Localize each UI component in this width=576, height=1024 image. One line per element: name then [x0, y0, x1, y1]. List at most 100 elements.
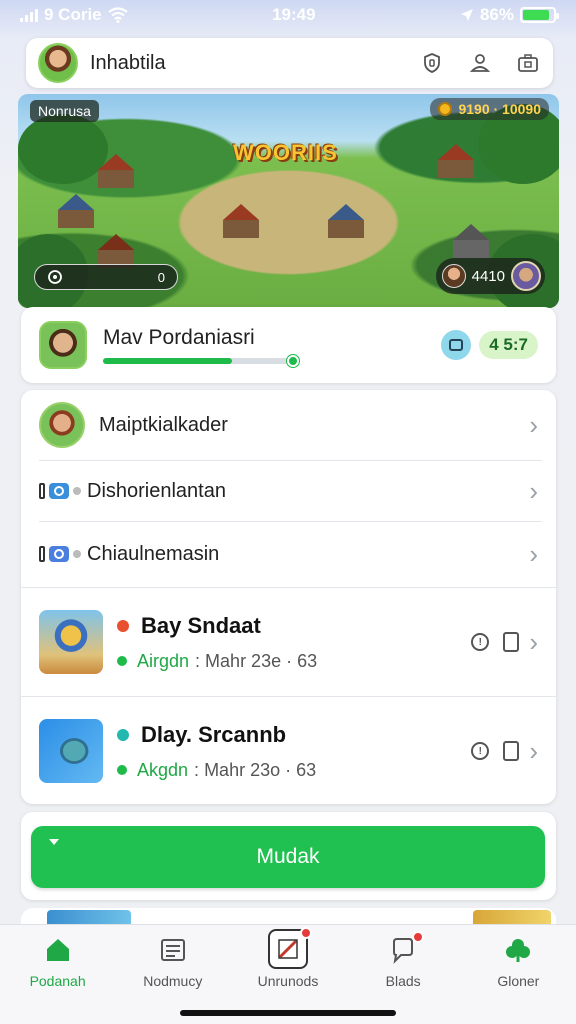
- banner-hut: [98, 234, 134, 268]
- game-actions: !: [471, 632, 520, 652]
- banner-hut: [98, 154, 134, 188]
- tab-label: Gloner: [497, 973, 540, 989]
- chevron-right-icon: ›: [529, 410, 538, 440]
- banner-score-value: 4410: [471, 267, 505, 285]
- game-status-dot: [117, 619, 129, 632]
- tab-home[interactable]: Podanah: [4, 935, 112, 1024]
- online-dot: [117, 656, 127, 666]
- app-header: Inhabtila: [26, 38, 553, 88]
- info-icon[interactable]: !: [471, 742, 490, 760]
- menu-list: Maiptkialkader › Dishorienlantan › Chiau…: [21, 390, 556, 804]
- bottom-tab-bar: Podanah Nodmucy Unrunods Blads Gloner: [0, 924, 576, 1024]
- camera-icon[interactable]: [515, 50, 541, 76]
- game-count: 63: [297, 650, 318, 671]
- character-avatar: [39, 402, 85, 448]
- menu-item-label: Dishorienlantan: [87, 479, 226, 502]
- game-count: 63: [296, 759, 317, 780]
- coin-icon: [438, 102, 453, 116]
- game-thumbnail: [39, 719, 103, 783]
- coin-value: 9190 · 10090: [458, 101, 541, 117]
- wifi-icon: [107, 7, 128, 23]
- tab-label: Podanah: [29, 973, 86, 989]
- game-status-dot: [117, 728, 129, 741]
- game-status: Airgdn: [137, 650, 190, 671]
- header-title: Inhabtila: [90, 51, 166, 74]
- tab-label: Nodmucy: [143, 973, 203, 989]
- profile-body: Mav Pordaniasri: [103, 326, 441, 367]
- banner-hut: [58, 194, 94, 228]
- game-subtitle: Airgdn : Mahr 23e · 63: [117, 651, 471, 672]
- home-icon: [43, 935, 73, 965]
- coin-counter[interactable]: 9190 · 10090: [430, 98, 549, 120]
- profile-card[interactable]: Mav Pordaniasri 4 5:7: [21, 307, 556, 383]
- game-logo: WOORIIS: [233, 140, 338, 165]
- location-icon: [460, 9, 473, 21]
- tab-label: Unrunods: [257, 973, 319, 989]
- clover-icon: [503, 935, 533, 965]
- banner-hut: [438, 144, 474, 178]
- status-bar: 9 Corie 19:49 86%: [0, 0, 576, 30]
- edit-icon: [267, 927, 312, 969]
- status-time: 19:49: [272, 5, 316, 24]
- separator: :: [195, 650, 206, 671]
- signal-icon: [20, 8, 38, 22]
- game-title: Bay Sndaat: [117, 613, 471, 639]
- status-right: 86%: [460, 5, 559, 25]
- chevron-right-icon: ›: [529, 627, 538, 657]
- badge-icon[interactable]: [441, 330, 472, 360]
- battery-icon: [520, 7, 559, 23]
- separator: ·: [280, 759, 297, 780]
- user-icon[interactable]: [467, 50, 493, 76]
- separator: :: [194, 759, 205, 780]
- chevron-right-icon: ›: [529, 736, 538, 766]
- opponent-avatar: [511, 261, 541, 291]
- chevron-right-icon: ›: [529, 476, 538, 506]
- notification-badge: [299, 927, 312, 939]
- menu-item[interactable]: Maiptkialkader ›: [21, 390, 556, 460]
- game-row[interactable]: Bay Sndaat Airgdn : Mahr 23e · 63 ! ›: [21, 588, 556, 696]
- xp-progress-bar: [103, 355, 299, 367]
- profile-name: Mav Pordaniasri: [103, 326, 255, 349]
- game-meta: Mahr 23o: [204, 759, 281, 780]
- banner-pill-value: 0: [157, 269, 165, 285]
- document-icon[interactable]: [503, 741, 520, 761]
- game-actions: !: [471, 741, 520, 761]
- game-body: Bay Sndaat Airgdn : Mahr 23e · 63: [117, 613, 471, 672]
- tab-store[interactable]: Gloner: [464, 935, 572, 1024]
- profile-avatar: [39, 321, 87, 369]
- notification-badge: [412, 931, 425, 943]
- cta-card: Mudak: [21, 812, 556, 900]
- banner-tree: [18, 114, 108, 184]
- menu-item[interactable]: Chiaulnemasin ›: [21, 522, 556, 586]
- shield-icon[interactable]: [419, 50, 445, 76]
- banner-score[interactable]: 4410: [435, 258, 545, 294]
- eye-icon: [48, 270, 62, 284]
- list-icon: [158, 935, 188, 965]
- player-avatar: [441, 264, 466, 288]
- caret-down-icon: [49, 839, 59, 845]
- online-dot: [117, 765, 127, 775]
- game-row[interactable]: Dlay. Srcannb Akgdn : Mahr 23o · 63 ! ›: [21, 697, 556, 804]
- link-icon: [39, 483, 87, 499]
- info-icon[interactable]: !: [471, 633, 490, 651]
- game-status: Akgdn: [137, 759, 189, 780]
- menu-item[interactable]: Dishorienlantan ›: [21, 461, 556, 521]
- game-meta: Mahr 23e: [205, 650, 282, 671]
- header-avatar[interactable]: [38, 43, 78, 83]
- banner-hut: [223, 204, 259, 238]
- carrier-label: 9 Corie: [44, 5, 102, 24]
- tab-label: Blads: [385, 973, 421, 989]
- primary-action-button[interactable]: Mudak: [31, 826, 545, 888]
- separator: ·: [281, 650, 298, 671]
- document-icon[interactable]: [503, 632, 520, 652]
- home-indicator: [180, 1010, 396, 1016]
- profile-level: 4 5:7: [479, 331, 538, 359]
- chevron-right-icon: ›: [529, 539, 538, 569]
- game-banner[interactable]: WOORIIS Nonrusa 9190 · 10090 0 4410: [18, 94, 559, 308]
- game-title-text: Bay Sndaat: [141, 612, 261, 638]
- battery-fill: [523, 10, 549, 20]
- game-thumbnail: [39, 610, 103, 674]
- banner-timer-pill[interactable]: 0: [34, 264, 178, 290]
- banner-tag: Nonrusa: [30, 100, 99, 122]
- menu-item-label: Maiptkialkader: [99, 413, 228, 436]
